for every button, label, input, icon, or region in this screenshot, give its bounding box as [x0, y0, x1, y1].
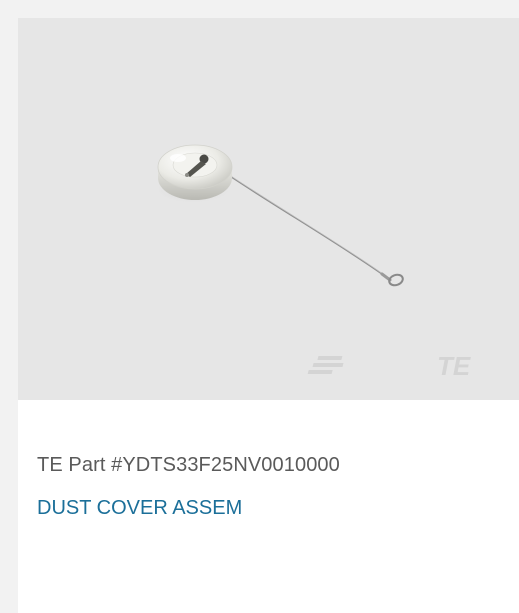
- product-card[interactable]: TE TE Part #YDTS33F25NV0010000 DUST COVE…: [18, 18, 519, 613]
- svg-text:TE: TE: [437, 351, 471, 381]
- dust-cover-illustration: TE: [153, 144, 471, 381]
- product-image[interactable]: TE: [18, 18, 519, 400]
- product-name-link[interactable]: DUST COVER ASSEM: [37, 495, 242, 521]
- part-number-text: TE Part #YDTS33F25NV0010000: [37, 454, 340, 476]
- te-logo-icon: TE: [307, 351, 471, 381]
